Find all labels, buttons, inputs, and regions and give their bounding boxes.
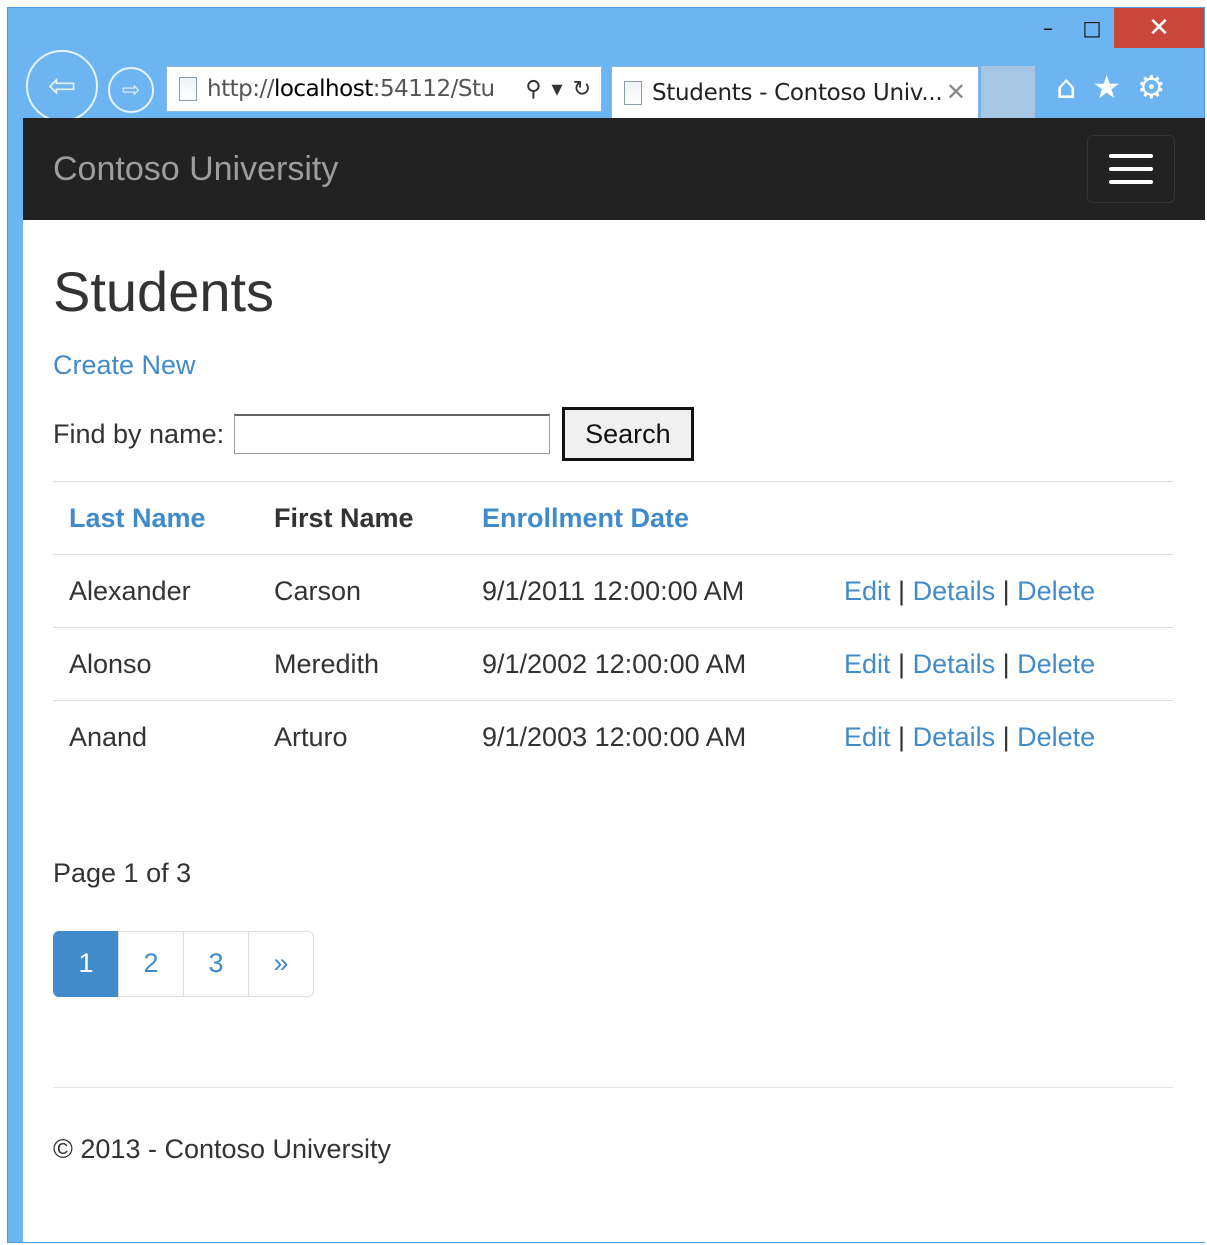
browser-window: – □ ✕ ⇦ ⇨ http://localhost:54112/Stu ⚲ ▾… (7, 7, 1205, 1243)
page-link-2[interactable]: 2 (118, 930, 184, 997)
details-link[interactable]: Details (913, 576, 996, 606)
edit-link[interactable]: Edit (844, 722, 891, 752)
find-by-name-label: Find by name: (53, 418, 225, 449)
tab-title: Students - Contoso Univ... (652, 79, 943, 106)
maximize-button[interactable]: □ (1070, 8, 1114, 48)
search-button[interactable]: Search (562, 407, 694, 461)
delete-link[interactable]: Delete (1017, 576, 1095, 606)
next-page-link[interactable]: » (248, 930, 314, 997)
table-header-row: Last Name First Name Enrollment Date (53, 481, 1173, 555)
page-count-text: Page 1 of 3 (53, 857, 192, 888)
separator: | (898, 575, 906, 606)
address-bar[interactable]: http://localhost:54112/Stu ⚲ ▾ ↻ (166, 66, 602, 112)
last-name-header[interactable]: Last Name (53, 481, 258, 555)
tab-page-icon (624, 80, 642, 105)
chevron-down-icon[interactable]: ▾ (552, 77, 563, 102)
actions-header (828, 481, 1173, 555)
new-tab-button[interactable] (981, 66, 1035, 118)
search-icon[interactable]: ⚲ (525, 77, 541, 102)
students-table: Last Name First Name Enrollment Date Ale… (53, 481, 1173, 774)
details-link[interactable]: Details (913, 649, 996, 679)
last-name-cell: Alexander (53, 554, 258, 628)
browser-tools: ⌂ ★ ⚙ (1056, 68, 1166, 106)
address-url[interactable]: http://localhost:54112/Stu (207, 76, 525, 102)
first-name-cell: Carson (258, 554, 466, 628)
pagination: 1 2 3 » (53, 930, 1175, 997)
footer-divider (53, 1086, 1173, 1088)
actions-cell: Edit | Details | Delete (828, 700, 1173, 774)
back-arrow-icon: ⇦ (47, 66, 77, 106)
actions-cell: Edit | Details | Delete (828, 554, 1173, 628)
separator: | (898, 648, 906, 679)
home-icon[interactable]: ⌂ (1056, 68, 1076, 106)
brand-link[interactable]: Contoso University (53, 150, 338, 189)
page-link-3[interactable]: 3 (183, 930, 249, 997)
main-content: Students Create New Find by name: Search… (23, 260, 1205, 1165)
table-row: Alexander Carson 9/1/2011 12:00:00 AM Ed… (53, 554, 1173, 628)
details-link[interactable]: Details (913, 722, 996, 752)
forward-button[interactable]: ⇨ (108, 67, 154, 113)
forward-arrow-icon: ⇨ (121, 77, 141, 103)
window-controls: – □ ✕ (1026, 8, 1204, 48)
page-title: Students (53, 260, 275, 323)
enrollment-date-header[interactable]: Enrollment Date (466, 481, 828, 555)
browser-tab[interactable]: Students - Contoso Univ... ✕ (611, 66, 979, 118)
first-name-cell: Arturo (258, 700, 466, 774)
last-name-cell: Anand (53, 700, 258, 774)
separator: | (1002, 648, 1010, 679)
minimize-button[interactable]: – (1026, 8, 1070, 48)
last-name-cell: Alonso (53, 627, 258, 701)
first-name-cell: Meredith (258, 627, 466, 701)
enrollment-date-cell: 9/1/2003 12:00:00 AM (466, 700, 828, 774)
edit-link[interactable]: Edit (844, 576, 891, 606)
back-button[interactable]: ⇦ (26, 50, 98, 122)
footer-text: © 2013 - Contoso University (53, 1133, 392, 1164)
search-input[interactable] (234, 414, 551, 454)
tab-close-icon[interactable]: ✕ (946, 78, 966, 107)
edit-link[interactable]: Edit (844, 649, 891, 679)
favorites-star-icon[interactable]: ★ (1092, 68, 1121, 106)
delete-link[interactable]: Delete (1017, 649, 1095, 679)
create-new-link[interactable]: Create New (53, 350, 1175, 381)
delete-link[interactable]: Delete (1017, 722, 1095, 752)
separator: | (1002, 721, 1010, 752)
page-viewport: Contoso University Students Create New F… (23, 118, 1205, 1242)
separator: | (1002, 575, 1010, 606)
menu-toggle-button[interactable] (1087, 135, 1175, 203)
navbar: Contoso University (23, 118, 1205, 220)
close-button[interactable]: ✕ (1114, 8, 1204, 48)
table-row: Alonso Meredith 9/1/2002 12:00:00 AM Edi… (53, 627, 1173, 701)
first-name-header: First Name (258, 481, 466, 555)
gear-icon[interactable]: ⚙ (1137, 68, 1166, 106)
page-link-1[interactable]: 1 (53, 930, 119, 997)
enrollment-date-cell: 9/1/2002 12:00:00 AM (466, 627, 828, 701)
search-form: Find by name: Search (53, 407, 1175, 461)
page-icon (179, 77, 197, 101)
enrollment-date-cell: 9/1/2011 12:00:00 AM (466, 554, 828, 628)
refresh-icon[interactable]: ↻ (573, 77, 591, 102)
separator: | (898, 721, 906, 752)
address-icons: ⚲ ▾ ↻ (525, 77, 591, 102)
hamburger-icon (1109, 154, 1153, 158)
actions-cell: Edit | Details | Delete (828, 627, 1173, 701)
table-row: Anand Arturo 9/1/2003 12:00:00 AM Edit |… (53, 700, 1173, 774)
